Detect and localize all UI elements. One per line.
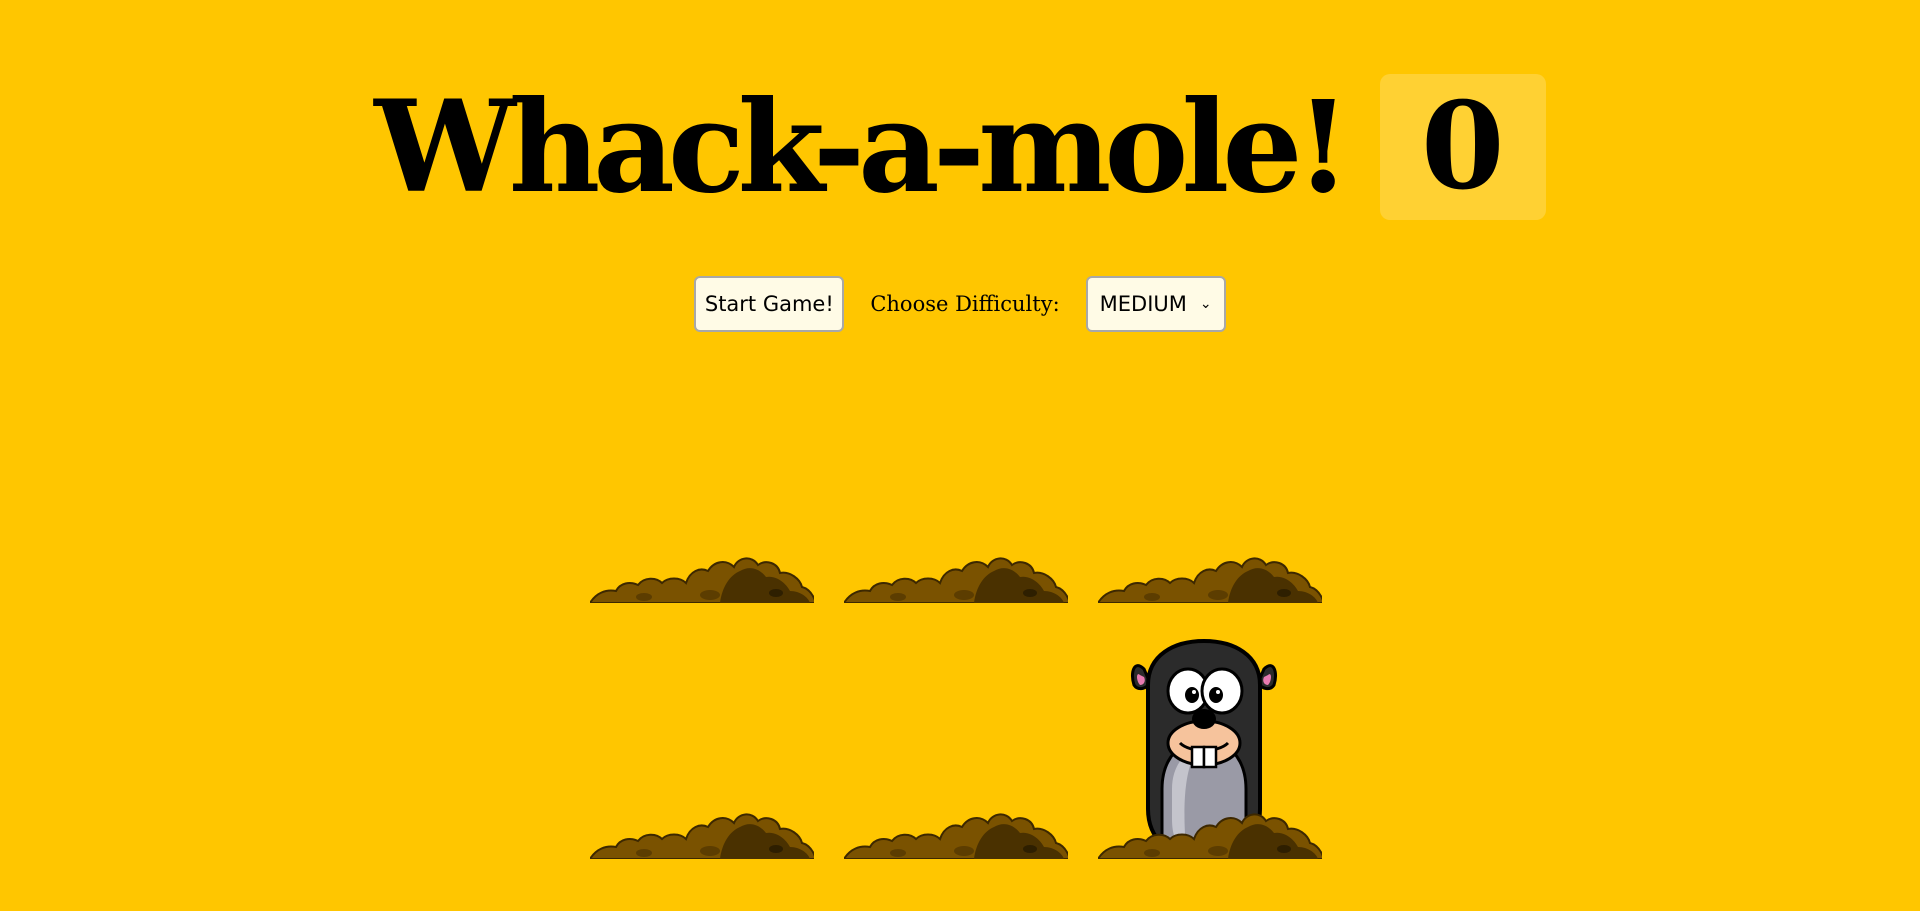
dirt-mound-icon	[1098, 557, 1322, 603]
start-game-button[interactable]: Start Game!	[694, 276, 845, 332]
hole-4[interactable]	[582, 619, 814, 859]
hole-1[interactable]	[582, 363, 814, 603]
chevron-down-icon: ⌄	[1199, 296, 1212, 312]
score-display: 0	[1379, 74, 1546, 220]
hole-5[interactable]	[836, 619, 1068, 859]
dirt-mound-icon	[590, 557, 814, 603]
hole-3[interactable]	[1090, 363, 1322, 603]
difficulty-value: MEDIUM	[1099, 292, 1187, 316]
game-title: Whack-a-mole!	[374, 73, 1351, 221]
controls: Start Game! Choose Difficulty: MEDIUM ⌄	[0, 276, 1920, 332]
header: Whack-a-mole! 0	[0, 74, 1920, 220]
dirt-mound-icon	[1098, 813, 1322, 859]
dirt-mound-icon	[844, 557, 1068, 603]
hole-2[interactable]	[836, 363, 1068, 603]
game-board	[582, 363, 1338, 859]
difficulty-select[interactable]: MEDIUM ⌄	[1085, 276, 1226, 332]
difficulty-label: Choose Difficulty:	[870, 292, 1060, 316]
dirt-mound-icon	[844, 813, 1068, 859]
dirt-mound-icon	[590, 813, 814, 859]
hole-6[interactable]	[1090, 619, 1322, 859]
